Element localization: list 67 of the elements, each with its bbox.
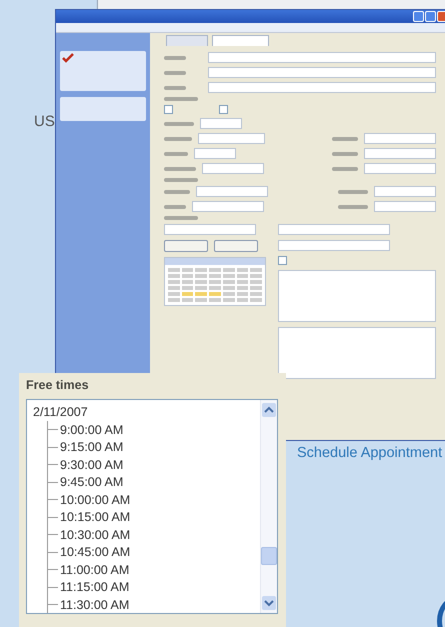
tree-item[interactable]: 10:30:00 AM [60, 528, 130, 542]
tree-item[interactable]: 9:45:00 AM [60, 475, 124, 490]
dropdown-field[interactable] [208, 67, 436, 78]
input-field[interactable] [196, 186, 268, 197]
tab[interactable] [212, 35, 269, 46]
input-field[interactable] [194, 148, 236, 159]
text-area[interactable] [278, 270, 436, 322]
label-bar [332, 136, 358, 140]
label-bar [332, 166, 358, 170]
tree-item[interactable]: 10:15:00 AM [60, 510, 130, 524]
label-bar [338, 204, 368, 208]
tree-item[interactable]: 10:00:00 AM [60, 492, 130, 507]
label-bar [164, 70, 186, 74]
input-field[interactable] [198, 133, 265, 144]
label-bar [332, 152, 358, 156]
dropdown-field[interactable] [208, 82, 436, 93]
button[interactable] [164, 240, 208, 252]
input-field[interactable] [364, 163, 436, 174]
tree-item[interactable]: 10:45:00 AM [60, 545, 130, 560]
checkbox[interactable] [278, 256, 287, 265]
scroll-down-icon[interactable] [262, 596, 276, 610]
input-field[interactable] [278, 224, 390, 235]
tree-item[interactable]: 9:15:00 AM [60, 440, 124, 454]
checkbox[interactable] [219, 105, 228, 114]
tree-item[interactable]: 2/11/2007 [33, 404, 88, 421]
input-field[interactable] [374, 201, 436, 212]
tree-item[interactable]: 11:00:00 AM [60, 562, 130, 577]
input-field[interactable] [278, 240, 390, 251]
scroll-up-icon[interactable] [262, 403, 276, 417]
input-field[interactable] [202, 163, 264, 174]
close-button[interactable] [437, 11, 445, 22]
input-field[interactable] [364, 133, 436, 144]
caption: Schedule Appointment [297, 445, 442, 461]
input-field[interactable] [192, 201, 264, 212]
button[interactable] [214, 240, 258, 252]
label-bar [164, 122, 194, 126]
checkmark-icon [62, 53, 74, 63]
label-bar [164, 190, 190, 194]
label-bar [164, 136, 192, 140]
label-bar [164, 178, 198, 182]
label-bar [164, 152, 188, 156]
label-bar [164, 86, 186, 90]
panel-title: Free times [26, 378, 89, 392]
label-bar [164, 56, 186, 60]
input-field[interactable] [364, 148, 436, 159]
tree-item[interactable]: 9:00:00 AM [60, 422, 124, 437]
side-text: US [34, 113, 55, 130]
dropdown-field[interactable] [164, 224, 256, 235]
text-area[interactable] [278, 327, 436, 379]
label-bar [164, 166, 196, 170]
scrollbar[interactable] [260, 400, 277, 613]
tree-item[interactable]: 11:15:00 AM [60, 580, 130, 594]
scroll-thumb[interactable] [261, 547, 277, 565]
label-bar [164, 97, 198, 101]
tab[interactable] [166, 35, 208, 46]
dropdown-field[interactable] [208, 52, 436, 63]
label-bar [164, 204, 186, 208]
label-bar [338, 190, 368, 194]
minimize-button[interactable] [413, 11, 424, 22]
label-bar [164, 216, 198, 220]
checkbox[interactable] [164, 105, 173, 114]
calendar[interactable] [164, 257, 266, 306]
tree-item[interactable]: 9:30:00 AM [60, 458, 124, 472]
input-field[interactable] [374, 186, 436, 197]
maximize-button[interactable] [425, 11, 436, 22]
input-field[interactable] [200, 118, 242, 129]
tree-item[interactable]: 11:30:00 AM [60, 598, 130, 612]
